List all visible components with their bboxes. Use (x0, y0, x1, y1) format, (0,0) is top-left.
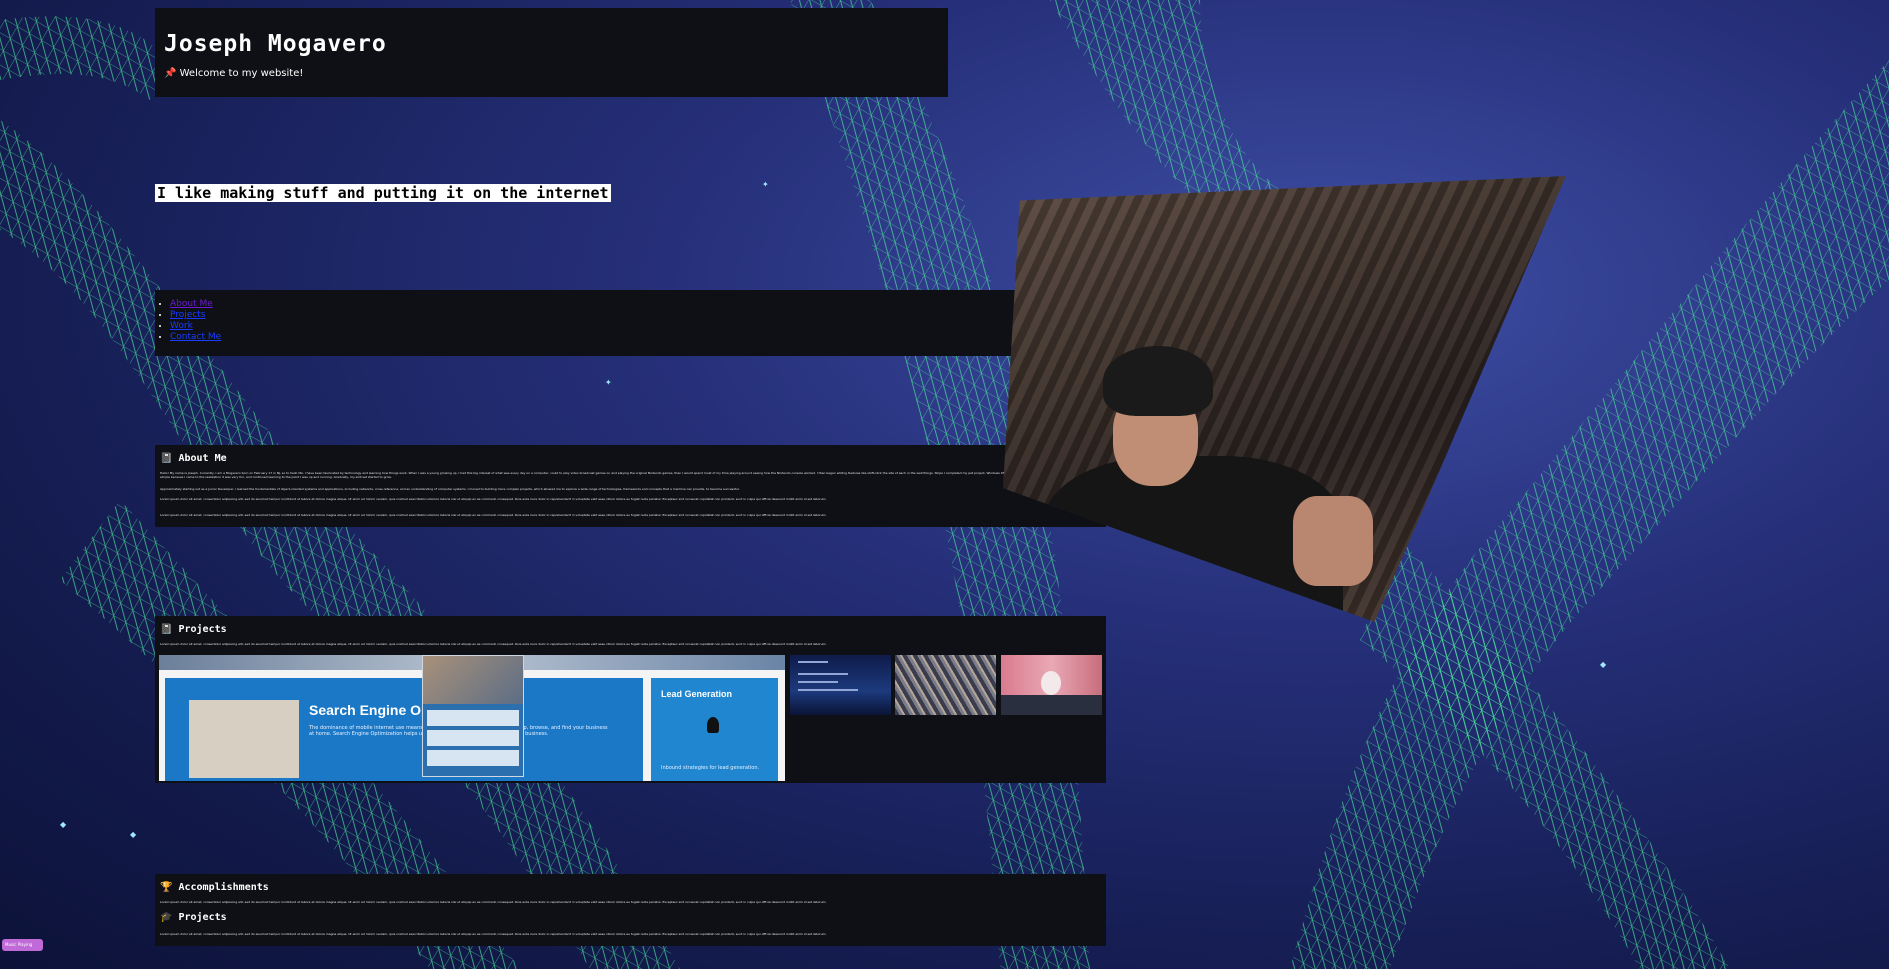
accomplishments-title: 🏆 Accomplishments (160, 882, 269, 893)
sparkle-icon: ✦ (605, 378, 612, 387)
about-title: 📓 About Me (160, 453, 227, 464)
tagline: I like making stuff and putting it on th… (155, 184, 611, 202)
about-section: 📓 About Me Hello! My name is Joseph. Cur… (155, 445, 1106, 527)
nav-item-work: Work (170, 321, 221, 332)
site-title: Joseph Mogavero (164, 31, 387, 57)
project-thumbnail-ship[interactable] (895, 655, 996, 715)
sparkle-icon: ◆ (130, 830, 137, 839)
projects-description: Lorem ipsum dolor sit amet, consectetur … (160, 642, 827, 646)
about-paragraph-2: Approximately starting out as a Junior D… (160, 487, 740, 491)
nav-item-contact: Contact Me (170, 332, 221, 343)
nav-link-projects[interactable]: Projects (170, 310, 205, 320)
project-thumbnail-dark-ui[interactable] (790, 655, 891, 715)
lightbulb-icon (707, 717, 719, 733)
office-photo (189, 700, 299, 778)
about-paragraph-3: Lorem ipsum dolor sit amet, consectetur … (160, 497, 827, 501)
accomplishments-description: Lorem ipsum dolor sit amet, consectetur … (160, 900, 827, 904)
about-paragraph-1: Hello! My name is Joseph. Currently, I a… (160, 471, 1101, 479)
accomplishments-projects-description: Lorem ipsum dolor sit amet, consectetur … (160, 932, 827, 936)
mobile-preview-overlay (422, 655, 524, 777)
welcome-text: 📌 Welcome to my website! (164, 68, 304, 79)
nav-link-about-me[interactable]: About Me (170, 299, 213, 309)
accomplishments-section: 🏆 Accomplishments Lorem ipsum dolor sit … (155, 874, 1106, 946)
nav-item-about: About Me (170, 299, 221, 310)
about-paragraph-4: Lorem ipsum dolor sit amet, consectetur … (160, 513, 827, 517)
project-thumbnail-pink[interactable] (1001, 655, 1102, 715)
music-badge[interactable]: Music Playing (2, 939, 43, 951)
nav-item-projects: Projects (170, 310, 221, 321)
sparkle-icon: ◆ (1600, 660, 1607, 669)
project-thumbnail-seo[interactable]: Search Engine Optimization The dominance… (159, 655, 785, 781)
sparkle-icon: ✦ (762, 180, 769, 189)
accomplishments-projects-title: 🎓 Projects (160, 912, 227, 923)
lead-generation-description: Inbound strategies for lead generation. (661, 765, 760, 771)
sparkle-icon: ◆ (60, 820, 67, 829)
projects-title: 📓 Projects (160, 624, 227, 635)
lead-generation-heading: Lead Generation (661, 689, 733, 699)
site-nav: About Me Projects Work Contact Me (155, 290, 1106, 356)
nav-link-contact-me[interactable]: Contact Me (170, 332, 221, 342)
nav-list: About Me Projects Work Contact Me (155, 299, 221, 343)
nav-link-work[interactable]: Work (170, 321, 193, 331)
site-header: Joseph Mogavero 📌 Welcome to my website! (155, 8, 948, 97)
